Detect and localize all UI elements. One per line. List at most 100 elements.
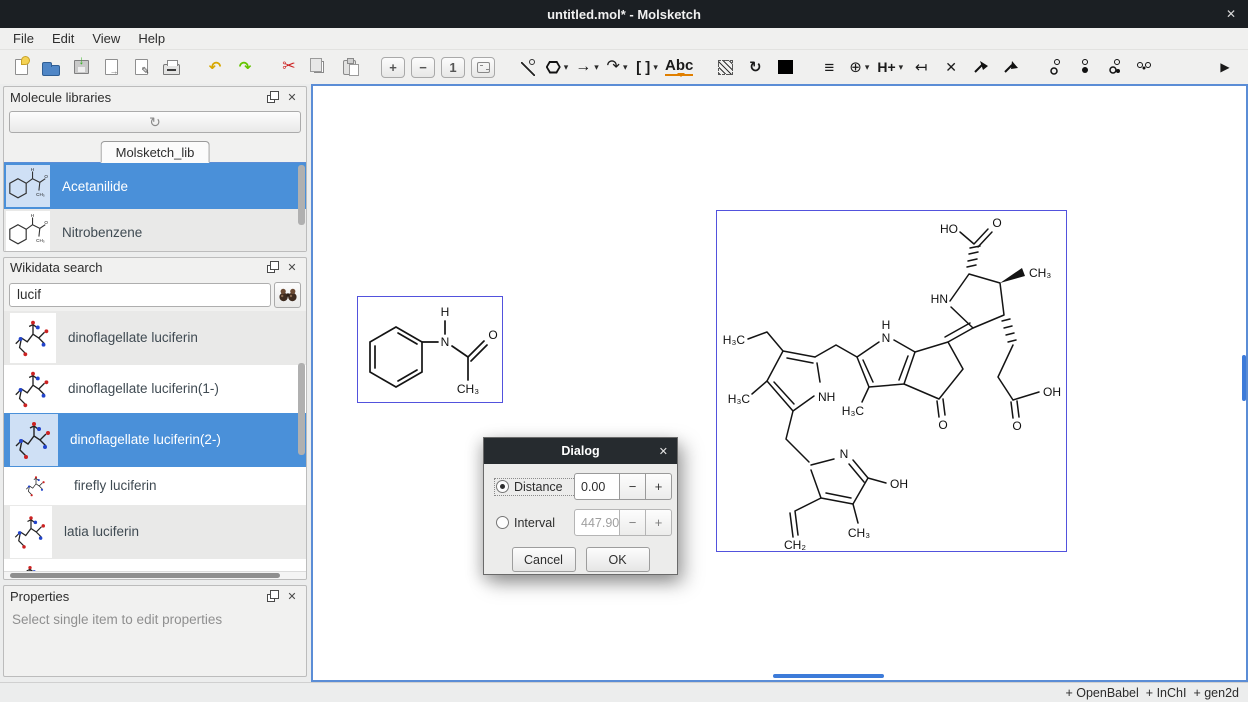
wikidata-result-partial[interactable]: [4, 559, 306, 571]
wikidata-hscroll-thumb[interactable]: [10, 573, 280, 578]
mechanism-arrow-button[interactable]: ↷▾: [605, 54, 629, 80]
align-bottom-button[interactable]: [1043, 54, 1067, 80]
zoom-fit-button[interactable]: [471, 57, 495, 78]
hydrogen-button[interactable]: H+▾: [877, 54, 903, 80]
distance-row: Distance 0.00 − +: [496, 473, 667, 500]
electron-flow-button[interactable]: ↤: [909, 54, 933, 80]
interval-decrement-button[interactable]: −: [620, 509, 646, 536]
mechanism-arrow-icon: ↷: [607, 59, 620, 75]
open-button[interactable]: [39, 54, 63, 80]
wikidata-result-1[interactable]: dinoflagellate luciferin(1-): [4, 365, 306, 413]
radio-icon[interactable]: [496, 516, 509, 529]
reaction-arrow-dropdown-icon[interactable]: ▾: [594, 62, 599, 73]
menu-file[interactable]: File: [4, 29, 43, 48]
menu-edit[interactable]: Edit: [43, 29, 83, 48]
wikidata-result-3[interactable]: firefly luciferin: [4, 467, 306, 505]
dialog-close-icon[interactable]: ✕: [659, 438, 668, 464]
color-picker-icon: [778, 60, 793, 74]
wikidata-horizontal-scrollbar[interactable]: [4, 571, 306, 579]
properties-float-button[interactable]: [264, 588, 280, 604]
canvas-horizontal-scrollbar[interactable]: [773, 674, 884, 678]
libraries-refresh-button[interactable]: ↻: [9, 111, 301, 133]
brackets-button[interactable]: [ ]▾: [635, 54, 659, 80]
flip-vertical-button[interactable]: [999, 54, 1023, 80]
luciferin-molecule[interactable]: HN HO O CH₃ H N H₃C H₃C NH H₃C O OH O N …: [717, 211, 1068, 553]
mechanism-arrow-dropdown-icon[interactable]: ▾: [623, 62, 628, 73]
cancel-button[interactable]: Cancel: [512, 547, 576, 572]
charge-dropdown-icon[interactable]: ▾: [865, 62, 870, 73]
redo-button[interactable]: ↷: [233, 54, 257, 80]
interval-radio[interactable]: Interval: [496, 516, 574, 530]
tab-molsketch-lib[interactable]: Molsketch_lib: [101, 141, 210, 163]
align-vertical-button[interactable]: [1073, 54, 1097, 80]
ring-dropdown-icon[interactable]: ▾: [564, 62, 569, 73]
title-bar[interactable]: untitled.mol* - Molsketch ✕: [0, 0, 1248, 28]
library-item-nitrobenzene[interactable]: HOCH₃Nitrobenzene: [4, 209, 306, 251]
libraries-close-button[interactable]: ✕: [284, 89, 300, 105]
hydrogen-dropdown-icon[interactable]: ▾: [899, 62, 904, 73]
atom-label: CH₃: [457, 382, 479, 396]
delete-tool-button[interactable]: ✕: [939, 54, 963, 80]
ok-button[interactable]: OK: [586, 547, 650, 572]
menu-view[interactable]: View: [83, 29, 129, 48]
save-button[interactable]: [69, 54, 93, 80]
menu-help[interactable]: Help: [129, 29, 174, 48]
draw-bond-button[interactable]: [515, 54, 539, 80]
wikidata-float-button[interactable]: [264, 260, 280, 276]
refresh-icon: ↻: [149, 114, 161, 131]
libraries-float-button[interactable]: [264, 89, 280, 105]
wikidata-result-0[interactable]: dinoflagellate luciferin: [4, 311, 306, 365]
library-vertical-scrollbar[interactable]: [298, 165, 305, 225]
copy-button[interactable]: [307, 54, 331, 80]
interval-value-field[interactable]: 447.90: [574, 509, 620, 536]
distance-radio[interactable]: Distance: [496, 480, 574, 494]
cut-button[interactable]: ✂: [277, 54, 301, 80]
dialog-window[interactable]: Dialog ✕ Distance 0.00 − + Interval 447.…: [483, 437, 678, 575]
wikidata-vertical-scrollbar[interactable]: [298, 363, 305, 455]
wikidata-result-4[interactable]: latia luciferin: [4, 505, 306, 559]
reaction-arrow-button[interactable]: →▾: [575, 54, 599, 80]
molecule-libraries-title: Molecule libraries: [10, 90, 260, 105]
zoom-out-button[interactable]: −: [411, 57, 435, 78]
rotate-button[interactable]: ↻: [743, 54, 767, 80]
distance-value-field[interactable]: 0.00: [574, 473, 620, 500]
zoom-in-button[interactable]: +: [381, 57, 405, 78]
distance-increment-button[interactable]: +: [646, 473, 672, 500]
align-left-button[interactable]: [1103, 54, 1127, 80]
wikidata-close-button[interactable]: ✕: [284, 260, 300, 276]
toolbar-extension-button[interactable]: ▶: [1213, 54, 1237, 80]
wikidata-search-button[interactable]: [274, 282, 301, 308]
wikidata-search-input[interactable]: lucif: [9, 283, 271, 307]
window-close-icon[interactable]: ✕: [1226, 0, 1236, 28]
ring-button[interactable]: ▾: [545, 54, 569, 80]
print-button[interactable]: [159, 54, 183, 80]
save-as-button[interactable]: [99, 54, 123, 80]
brackets-dropdown-icon[interactable]: ▾: [653, 62, 658, 73]
charge-button[interactable]: ⊕▾: [847, 54, 871, 80]
color-picker-button[interactable]: [773, 54, 797, 80]
align-horizontal-button[interactable]: [1133, 54, 1157, 80]
wikidata-result-2[interactable]: dinoflagellate luciferin(2-): [4, 413, 306, 467]
distance-decrement-button[interactable]: −: [620, 473, 646, 500]
new-file-button[interactable]: [9, 54, 33, 80]
acetanilide-selection-box[interactable]: H N O CH₃: [357, 296, 503, 403]
paste-button[interactable]: [337, 54, 361, 80]
dialog-title-bar[interactable]: Dialog ✕: [484, 438, 677, 464]
properties-close-button[interactable]: ✕: [284, 588, 300, 604]
float-icon: [267, 594, 275, 602]
lasso-button[interactable]: [713, 54, 737, 80]
export-button[interactable]: [129, 54, 153, 80]
undo-button[interactable]: ↶: [203, 54, 227, 80]
line-width-button[interactable]: ≡: [817, 54, 841, 80]
zoom-original-button[interactable]: 1: [441, 57, 465, 78]
interval-increment-button[interactable]: +: [646, 509, 672, 536]
drawing-canvas[interactable]: H N O CH₃: [311, 84, 1248, 682]
radio-icon[interactable]: [496, 480, 509, 493]
library-item-acetanilide[interactable]: HOCH₃Acetanilide: [4, 163, 306, 209]
luciferin-selection-box[interactable]: HN HO O CH₃ H N H₃C H₃C NH H₃C O OH O N …: [716, 210, 1067, 552]
text-tool-button[interactable]: Abc: [665, 54, 693, 80]
acetanilide-molecule[interactable]: H N O CH₃: [358, 297, 504, 404]
canvas-vertical-scrollbar[interactable]: [1242, 355, 1246, 401]
flip-horizontal-button[interactable]: [969, 54, 993, 80]
print-icon: [163, 60, 180, 75]
